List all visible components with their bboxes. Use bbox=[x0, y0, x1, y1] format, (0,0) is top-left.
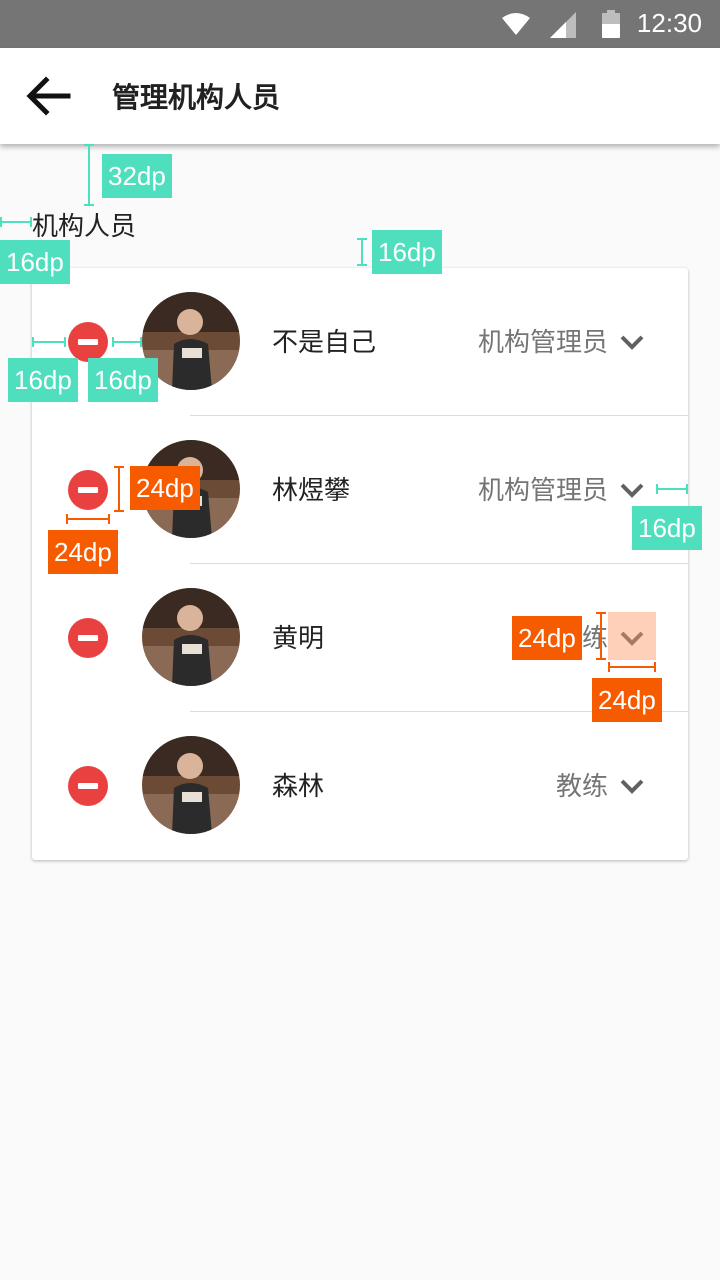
battery-icon bbox=[602, 10, 620, 38]
chevron-down-icon[interactable] bbox=[616, 474, 648, 506]
spacing-line bbox=[0, 217, 32, 227]
chevron-down-icon[interactable] bbox=[616, 770, 648, 802]
chevron-down-icon[interactable] bbox=[616, 326, 648, 358]
size-line bbox=[66, 514, 110, 524]
size-line bbox=[596, 612, 606, 660]
arrow-left-icon[interactable] bbox=[24, 72, 72, 120]
chevron-highlight bbox=[608, 612, 656, 660]
member-name: 林煜攀 bbox=[272, 476, 351, 506]
member-role[interactable]: 机构管理员 bbox=[478, 322, 608, 359]
spacing-annotation: 16dp bbox=[88, 358, 158, 402]
spacing-line bbox=[656, 484, 688, 494]
spacing-line bbox=[84, 144, 94, 206]
member-row: 森林 教练 bbox=[32, 712, 688, 860]
members-card: 不是自己 机构管理员 林煜攀 机构管理员 黄明 教练 森林 教练 bbox=[32, 268, 688, 860]
spacing-annotation: 32dp bbox=[102, 154, 172, 198]
spacing-annotation: 16dp bbox=[372, 230, 442, 274]
member-name: 森林 bbox=[272, 772, 325, 802]
member-name: 黄明 bbox=[272, 624, 325, 654]
signal-icon bbox=[550, 12, 576, 38]
spacing-annotation: 16dp bbox=[0, 240, 70, 284]
size-annotation: 24dp bbox=[512, 616, 582, 660]
member-role[interactable]: 教练 bbox=[556, 766, 608, 803]
remove-member-button[interactable] bbox=[68, 618, 108, 658]
member-role[interactable]: 机构管理员 bbox=[478, 470, 608, 507]
spacing-line bbox=[112, 337, 142, 347]
spacing-annotation: 16dp bbox=[8, 358, 78, 402]
size-annotation: 24dp bbox=[130, 466, 200, 510]
spacing-annotation: 16dp bbox=[632, 506, 702, 550]
avatar bbox=[142, 588, 240, 686]
remove-member-button[interactable] bbox=[68, 322, 108, 362]
size-line bbox=[608, 662, 656, 672]
avatar bbox=[142, 736, 240, 834]
page-title: 管理机构人员 bbox=[112, 81, 281, 114]
member-row: 黄明 教练 bbox=[32, 564, 688, 712]
status-bar: 12:30 bbox=[0, 0, 720, 48]
size-annotation: 24dp bbox=[48, 530, 118, 574]
remove-member-button[interactable] bbox=[68, 766, 108, 806]
spacing-line bbox=[32, 337, 66, 347]
status-clock: 12:30 bbox=[636, 8, 702, 38]
wifi-icon bbox=[502, 13, 530, 35]
size-line bbox=[114, 466, 124, 512]
member-name: 不是自己 bbox=[272, 328, 377, 358]
remove-member-button[interactable] bbox=[68, 470, 108, 510]
app-bar: 管理机构人员 bbox=[0, 48, 720, 144]
size-annotation: 24dp bbox=[592, 678, 662, 722]
spacing-line bbox=[357, 238, 367, 266]
section-label: 机构人员 bbox=[32, 212, 137, 242]
